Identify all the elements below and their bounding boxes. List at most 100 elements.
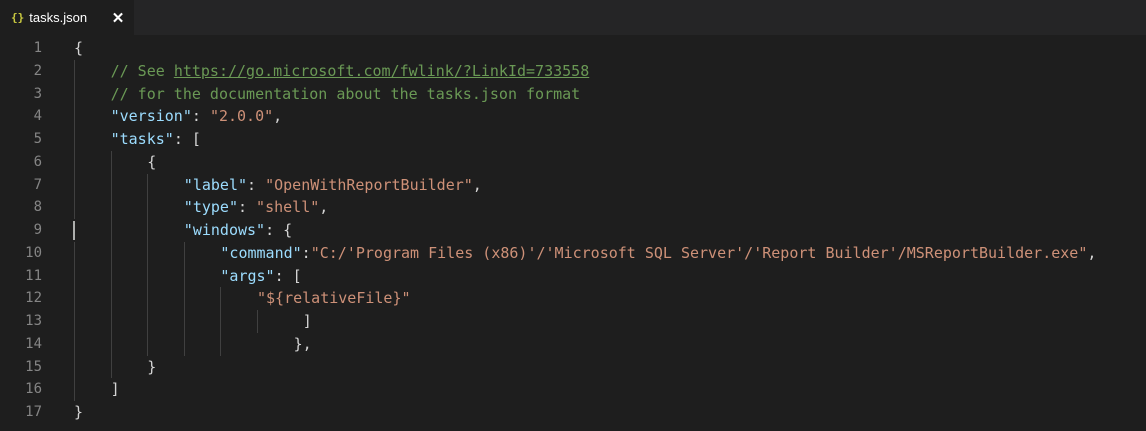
indent-guide xyxy=(74,196,75,219)
code-token: : xyxy=(247,175,266,194)
code-line[interactable]: 4 "version": "2.0.0", xyxy=(0,105,1146,128)
code-token: , xyxy=(1087,243,1097,262)
indent-guide xyxy=(220,310,222,333)
code-token: "windows" xyxy=(183,221,266,239)
code-line[interactable]: 8 "type": "shell", xyxy=(0,196,1146,219)
line-number: 9 xyxy=(33,222,42,238)
line-number: 15 xyxy=(25,358,42,375)
code-line[interactable]: 15} xyxy=(0,355,1146,379)
code-line[interactable]: 2 // See https://go.microsoft.com/fwlink/… xyxy=(0,59,1146,83)
indent-guide xyxy=(74,128,75,151)
indent-guide xyxy=(110,332,112,356)
code-text: }, xyxy=(294,333,312,356)
indent-guide xyxy=(74,310,75,333)
code-line[interactable]: 7 "label": "OpenWithReportBuilder", xyxy=(0,173,1146,197)
code-token: , xyxy=(472,175,482,194)
code-token: : xyxy=(301,243,311,262)
line-number: 10 xyxy=(25,244,42,261)
indent-guide xyxy=(110,264,112,288)
code-text: "tasks": [ xyxy=(111,128,201,151)
indent-guide xyxy=(147,196,149,219)
code-token: "version" xyxy=(110,107,192,126)
indent-guide xyxy=(147,287,149,310)
tab-bar: {} tasks.json ✕ xyxy=(0,0,1146,35)
code-editor[interactable]: {} tasks.json ✕ 1{2// See https://go.mic… xyxy=(0,0,1146,431)
code-line[interactable]: 1{ xyxy=(0,37,1146,60)
indent-guide xyxy=(147,219,149,242)
indent-guide xyxy=(147,173,149,197)
indent-guide xyxy=(74,287,75,310)
indent-guide xyxy=(257,310,258,333)
line-number: 17 xyxy=(25,404,42,420)
code-line[interactable]: 5 "tasks": [ xyxy=(0,128,1146,151)
code-token: // See xyxy=(110,61,174,80)
line-number: 13 xyxy=(25,313,42,329)
json-file-icon: {} xyxy=(11,11,25,24)
indent-guide xyxy=(110,310,112,333)
code-token: // for the documentation about the tasks… xyxy=(110,84,581,103)
code-text: ] xyxy=(111,378,120,401)
code-area[interactable]: 1{2// See https://go.microsoft.com/fwlin… xyxy=(0,37,1146,424)
code-line[interactable]: 13] xyxy=(0,310,1146,333)
indent-guide xyxy=(110,150,112,174)
code-line[interactable]: 12 "${relativeFile}" xyxy=(0,287,1146,310)
indent-guide xyxy=(74,241,75,265)
code-token: : [ xyxy=(274,266,302,285)
code-token: : xyxy=(191,107,210,126)
indent-guide xyxy=(147,241,149,265)
code-token: "command" xyxy=(220,243,302,262)
line-number: 14 xyxy=(25,335,42,352)
code-token: "args" xyxy=(220,266,275,285)
indent-guide xyxy=(183,310,185,333)
code-line[interactable]: 16] xyxy=(0,378,1146,401)
indent-guide xyxy=(74,82,75,106)
line-number: 7 xyxy=(33,176,42,193)
code-token: "C:/'Program Files (x86)'/'Microsoft SQL… xyxy=(310,243,1088,262)
indent-guide xyxy=(110,196,112,219)
line-number: 12 xyxy=(25,290,42,307)
indent-guide xyxy=(147,332,149,356)
tab-label: tasks.json xyxy=(29,10,88,25)
indent-guide xyxy=(183,332,185,356)
indent-guide xyxy=(220,332,222,356)
code-text: // See https://go.microsoft.com/fwlink/?… xyxy=(111,60,590,83)
code-token: "OpenWithReportBuilder" xyxy=(265,175,473,194)
close-tab-icon[interactable]: ✕ xyxy=(108,0,128,35)
code-text: { xyxy=(147,151,156,174)
indent-guide xyxy=(183,264,185,288)
code-link[interactable]: https://go.microsoft.com/fwlink/?LinkId=… xyxy=(174,62,589,80)
indent-guide xyxy=(74,264,75,288)
code-text: "command":"C:/'Program Files (x86)'/'Mic… xyxy=(220,242,1096,265)
code-token: { xyxy=(74,39,84,57)
code-token: } xyxy=(147,357,157,376)
code-text: "windows": { xyxy=(184,219,292,242)
indent-guide xyxy=(110,241,112,265)
code-line[interactable]: 10 "command":"C:/'Program Files (x86)'/'M… xyxy=(0,241,1146,265)
code-line[interactable]: 6{ xyxy=(0,150,1146,174)
code-line[interactable]: 17} xyxy=(0,401,1146,424)
indent-guide xyxy=(74,105,75,128)
tab-tasks-json[interactable]: {} tasks.json ✕ xyxy=(0,0,134,35)
code-text: "type": "shell", xyxy=(184,196,329,219)
code-token: : xyxy=(237,198,257,217)
code-token: }, xyxy=(293,334,312,353)
indent-guide xyxy=(110,355,112,379)
code-line[interactable]: 3 // for the documentation about the task… xyxy=(0,82,1146,106)
code-line[interactable]: 9 "windows": { xyxy=(0,219,1146,242)
code-token: { xyxy=(147,152,157,171)
code-text: "label": "OpenWithReportBuilder", xyxy=(184,174,482,197)
line-number: 6 xyxy=(33,153,42,170)
code-line[interactable]: 11 "args": [ xyxy=(0,264,1146,288)
indent-guide xyxy=(74,332,75,356)
text-cursor xyxy=(73,221,75,240)
code-text: "args": [ xyxy=(220,265,301,288)
line-number: 2 xyxy=(33,62,42,79)
line-number: 1 xyxy=(33,40,42,56)
indent-guide xyxy=(74,59,75,83)
code-token: , xyxy=(319,198,329,217)
line-number: 8 xyxy=(33,199,42,216)
code-token: "tasks" xyxy=(110,130,174,148)
code-token: "label" xyxy=(183,175,248,194)
code-text: ] xyxy=(303,310,312,333)
code-line[interactable]: 14}, xyxy=(0,332,1146,356)
